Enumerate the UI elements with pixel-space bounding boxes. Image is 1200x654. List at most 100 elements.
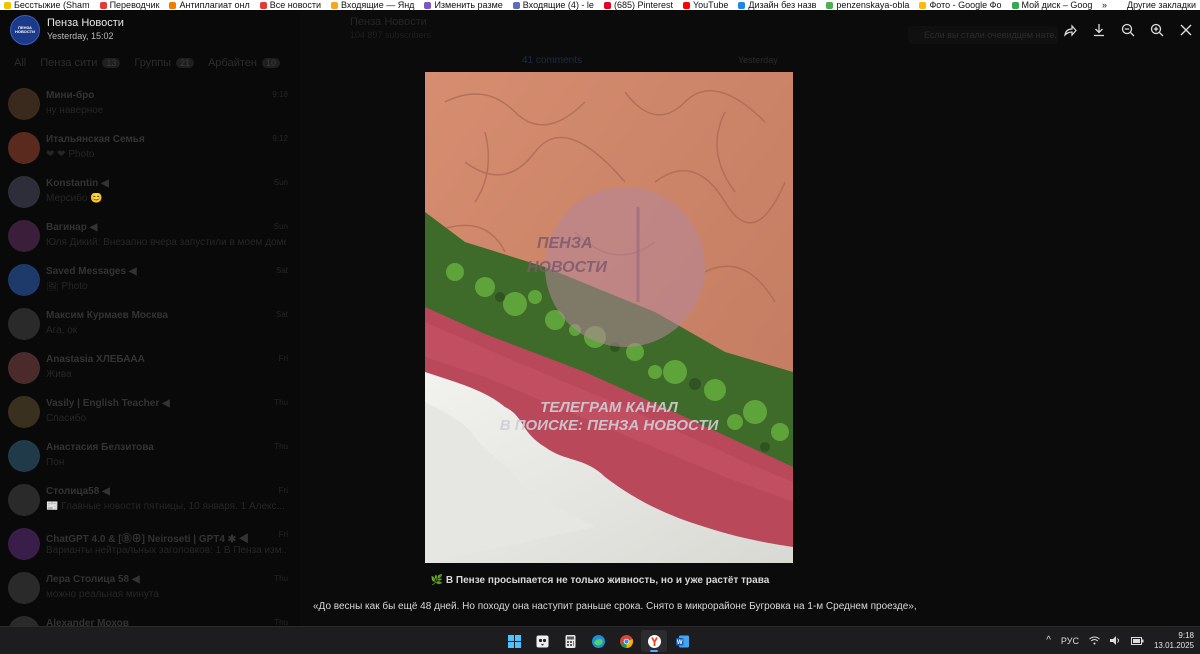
chat-preview: Ага, ок (46, 325, 78, 336)
watermark-logo-line2: НОВОСТИ (527, 259, 607, 276)
windows-start-icon (507, 634, 521, 648)
language-indicator[interactable]: РУС (1061, 636, 1079, 646)
other-bookmarks[interactable]: Другие закладки (1127, 0, 1196, 10)
chat-avatar (8, 132, 40, 164)
taskbar-app-edge[interactable] (585, 630, 611, 652)
folder-tab-label: Группы (134, 57, 172, 69)
bookmark-item[interactable]: Бесстыжие (Sham (0, 0, 90, 10)
share-button[interactable] (1055, 18, 1084, 42)
zoom-out-button[interactable] (1113, 18, 1142, 42)
bookmark-item[interactable]: Фото - Google Фо (915, 0, 1002, 10)
chat-list-item[interactable]: Анастасия Белзитова Пон Thu (0, 436, 300, 480)
taskbar-app-app-owl[interactable] (529, 630, 555, 652)
close-button[interactable] (1171, 18, 1200, 42)
chat-name: Столица58 ◀ (46, 486, 110, 497)
folder-tab[interactable]: All (14, 54, 26, 72)
folder-tab-label: All (14, 57, 27, 69)
bookmark-favicon-icon (1011, 1, 1019, 9)
chat-name: Vasily | English Teacher ◀ (46, 398, 170, 409)
folder-tab-label: Арбайтен (208, 57, 257, 69)
chat-list-item[interactable]: Столица58 ◀ 📰 Главные новости пятницы, 10… (0, 480, 300, 524)
chat-list-item[interactable]: Konstantin ◀ Мерсибо 😊 Sun (0, 172, 300, 216)
clock-date: 13.01.2025 (1153, 640, 1194, 650)
wifi-icon[interactable] (1089, 636, 1100, 645)
calculator-icon (565, 634, 575, 648)
chat-avatar (8, 528, 40, 560)
bookmark-item[interactable]: Переводчик (96, 0, 159, 10)
bookmark-favicon-icon (919, 1, 927, 9)
chat-preview: Мерсибо 😊 (46, 193, 103, 204)
taskbar-app-windows-start[interactable] (501, 630, 527, 652)
folder-tab[interactable]: Арбайтен 10 (208, 54, 280, 72)
media-photo[interactable]: ПЕНЗА НОВОСТИ ТЕЛЕГРАМ КАНАЛ В ПОИСКЕ: П… (425, 72, 793, 563)
folder-tab-label: Пенза сити (40, 57, 98, 69)
bookmark-item[interactable]: Входящие (4) - le (509, 0, 594, 10)
download-icon (1093, 24, 1104, 37)
app-owl-icon (536, 635, 548, 647)
chat-time: Thu (274, 442, 288, 451)
bookmark-favicon-icon (603, 1, 611, 9)
chat-name: Вагинар ◀ (46, 222, 98, 233)
caption-body: «До весны как бы ещё 48 дней. Но походу … (313, 601, 917, 612)
bookmark-item[interactable]: YouTube (679, 0, 728, 10)
bookmark-item[interactable]: Дизайн без назв (734, 0, 816, 10)
chat-name: ChatGPT 4.0 & [Ⓑ⊕] Neiroseti | GPT4 ✱ ◀ (46, 534, 249, 545)
yandex-browser-icon (647, 634, 661, 648)
share-icon (1063, 24, 1077, 37)
folder-tab[interactable]: Группы 21 (134, 54, 195, 72)
chat-list-item[interactable]: ChatGPT 4.0 & [Ⓑ⊕] Neiroseti | GPT4 ✱ ◀ В… (0, 524, 300, 568)
folder-tab[interactable]: Пенза сити 13 (40, 54, 121, 72)
chat-list-item[interactable]: Мини-бро ну наверное 9:18 (0, 84, 300, 128)
taskbar-app-chrome[interactable] (613, 630, 639, 652)
bookmark-item[interactable]: Все новости (256, 0, 321, 10)
battery-icon[interactable] (1130, 636, 1144, 645)
chat-list-item[interactable]: Максим Курмаев Москва Ага, ок Sat (0, 304, 300, 348)
chat-list-item[interactable]: Vasily | English Teacher ◀ Спасибо Thu (0, 392, 300, 436)
bookmark-item[interactable]: Антиплагиат онл (165, 0, 250, 10)
clock[interactable]: 9:18 13.01.2025 (1154, 631, 1194, 651)
chat-preview: Юля Дикий: Внезапно вчера запустили в мо… (46, 237, 286, 248)
chat-preview: Варианты нейтральных заголовков: 1 В Пен… (46, 545, 286, 556)
zoom-in-button[interactable] (1142, 18, 1171, 42)
bookmark-item[interactable]: penzenskaya-obla (822, 0, 909, 10)
channel-title[interactable]: Пенза Новости (47, 17, 124, 29)
bookmark-item[interactable]: Входящие — Янд (327, 0, 414, 10)
taskbar-app-yandex-browser[interactable] (641, 630, 667, 652)
chat-time: 9:12 (272, 134, 288, 143)
download-button[interactable] (1084, 18, 1113, 42)
folder-tab-count: 10 (261, 58, 280, 68)
chat-preview: ну наверное (46, 105, 104, 116)
chrome-icon (619, 634, 633, 648)
chat-avatar (8, 484, 40, 516)
bookmarks-bar: Бесстыжие (Sham Переводчик Антиплагиат онл… (0, 0, 1200, 10)
chat-time: Sat (275, 266, 288, 275)
chat-avatar (8, 176, 40, 208)
media-viewer-header: ПЕНЗА НОВОСТИ Пенза Новости Yesterday, 1… (0, 10, 1200, 50)
volume-icon[interactable] (1109, 636, 1121, 645)
windows-taskbar: W ^ РУС 9:18 13.01.2025 (0, 626, 1200, 654)
watermark-line2: В ПОИСКЕ: ПЕНЗА НОВОСТИ (500, 417, 720, 434)
chat-name: Анастасия Белзитова (46, 442, 154, 453)
chat-list-item[interactable]: Saved Messages ◀ 🖼 Photo Sat (0, 260, 300, 304)
bookmark-label: Бесстыжие (Sham (14, 0, 90, 10)
bookmark-item[interactable]: Мой диск – Goog (1008, 0, 1092, 10)
chat-list-item[interactable]: Итальянская Семья ❤ ❤ Photo 9:12 (0, 128, 300, 172)
close-icon (1180, 24, 1191, 36)
chat-avatar (8, 264, 40, 296)
chat-name: Konstantin ◀ (46, 178, 109, 189)
channel-avatar[interactable]: ПЕНЗА НОВОСТИ (10, 15, 40, 45)
chat-name: Мини-бро (46, 90, 95, 101)
chat-time: Sun (273, 178, 288, 187)
bookmarks-more[interactable]: » (1102, 0, 1107, 10)
tray-chevron[interactable]: ^ (1046, 635, 1051, 646)
taskbar-app-word[interactable]: W (669, 630, 695, 652)
chat-list-item[interactable]: Anastasia ХЛЕБААА Жива Fri (0, 348, 300, 392)
bg-date-label: Yesterday (738, 55, 778, 65)
taskbar-app-calculator[interactable] (557, 630, 583, 652)
bookmark-item[interactable]: Изменить разме (420, 0, 503, 10)
bookmark-item[interactable]: (685) Pinterest (600, 0, 673, 10)
chat-list-item[interactable]: Alexander Мохов Thu (0, 612, 300, 626)
chat-list-item[interactable]: Вагинар ◀ Юля Дикий: Внезапно вчера запус… (0, 216, 300, 260)
bookmark-favicon-icon (512, 1, 520, 9)
chat-time: Fri (278, 530, 288, 539)
